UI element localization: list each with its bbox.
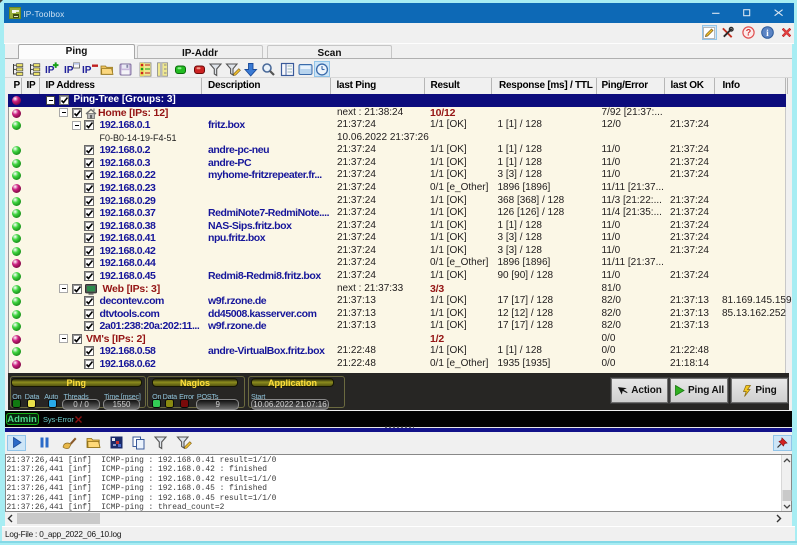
svg-text:IP: IP [82,65,92,76]
svg-text:?: ? [745,28,751,38]
svg-text:i: i [766,29,769,39]
svg-text:IP: IP [64,65,74,76]
svg-text:IP: IP [45,65,55,76]
